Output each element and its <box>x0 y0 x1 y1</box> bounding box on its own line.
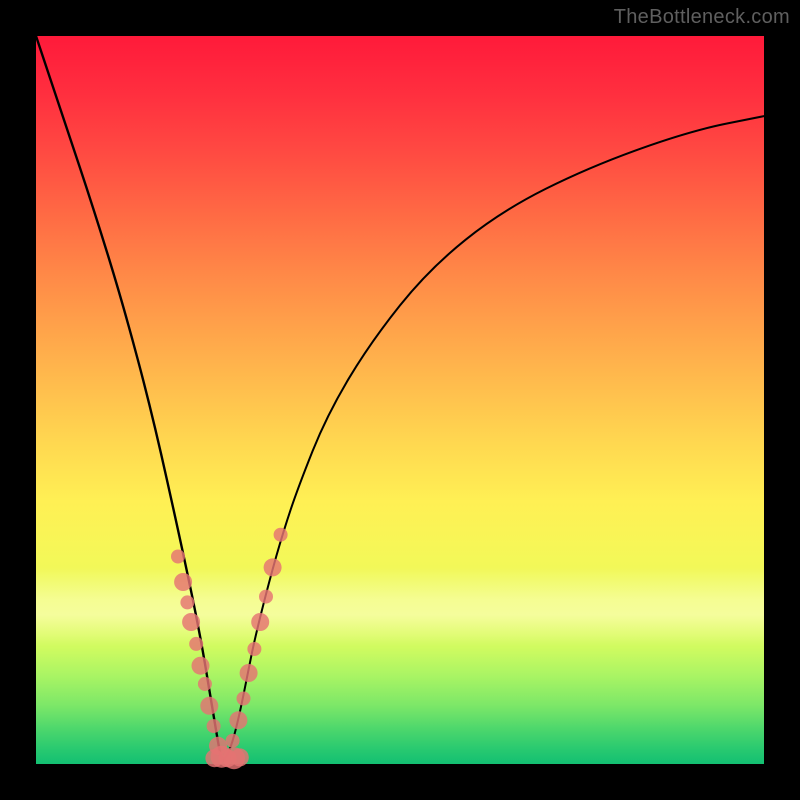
watermark-text: TheBottleneck.com <box>614 6 790 29</box>
scatter-dot <box>189 637 203 651</box>
scatter-dot <box>182 613 200 631</box>
scatter-dot <box>174 573 192 591</box>
scatter-dot <box>207 719 221 733</box>
scatter-dot <box>247 642 261 656</box>
curve-right-branch <box>222 116 764 760</box>
scatter-dot <box>237 692 251 706</box>
plot-area <box>36 36 764 764</box>
scatter-dot <box>229 711 247 729</box>
scatter-dot <box>226 734 240 748</box>
scatter-dot <box>251 613 269 631</box>
scatter-dot <box>274 528 288 542</box>
scatter-dot <box>171 550 185 564</box>
chart-svg <box>36 36 764 764</box>
curve-left-branch <box>36 36 225 760</box>
scatter-dot <box>231 748 249 766</box>
scatter-dots <box>171 528 288 770</box>
scatter-dot <box>264 558 282 576</box>
scatter-dot <box>198 677 212 691</box>
scatter-dot <box>259 590 273 604</box>
chart-container: TheBottleneck.com <box>0 0 800 800</box>
scatter-dot <box>200 697 218 715</box>
scatter-dot <box>192 657 210 675</box>
scatter-dot <box>240 664 258 682</box>
scatter-dot <box>180 595 194 609</box>
